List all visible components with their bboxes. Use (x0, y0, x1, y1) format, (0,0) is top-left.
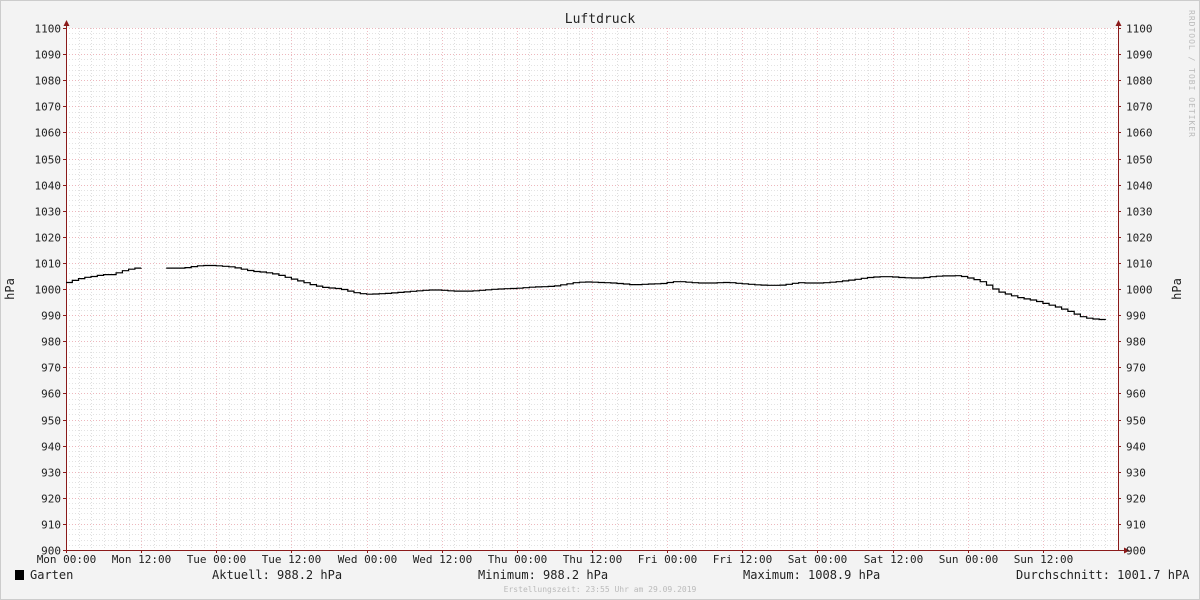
x-tick-label: Fri 12:00 (713, 553, 773, 566)
y-tick-label-right: 1100 (1126, 23, 1153, 36)
y-tick-label-left: 1040 (35, 180, 62, 193)
x-tick-label: Wed 12:00 (413, 553, 473, 566)
x-tick-label: Mon 00:00 (37, 553, 97, 566)
footer-erstellungszeit: Erstellungszeit: 23:55 Uhr am 29.09.2019 (504, 585, 697, 594)
y-tick-label-right: 940 (1126, 441, 1146, 454)
y-tick-label-right: 990 (1126, 310, 1146, 323)
y-tick-label-right: 980 (1126, 336, 1146, 349)
y-tick-label-right: 1010 (1126, 258, 1153, 271)
y-tick-label-right: 1020 (1126, 232, 1153, 245)
y-tick-label-right: 970 (1126, 362, 1146, 375)
legend-swatch (15, 570, 24, 580)
y-axis-label-left: hPa (3, 278, 17, 300)
y-tick-label-right: 920 (1126, 493, 1146, 506)
x-tick-label: Wed 00:00 (338, 553, 398, 566)
y-tick-label-left: 970 (41, 362, 61, 375)
y-tick-label-right: 1040 (1126, 180, 1153, 193)
y-tick-label-left: 950 (41, 415, 61, 428)
y-tick-label-right: 960 (1126, 388, 1146, 401)
y-tick-label-right: 1070 (1126, 101, 1153, 114)
y-tick-label-left: 1030 (35, 206, 62, 219)
y-tick-label-left: 960 (41, 388, 61, 401)
y-tick-label-left: 1070 (35, 101, 62, 114)
legend-maximum: Maximum: 1008.9 hPa (743, 568, 880, 582)
y-tick-label-left: 1020 (35, 232, 62, 245)
legend-aktuell: Aktuell: 988.2 hPa (212, 568, 342, 582)
x-tick-label: Thu 00:00 (488, 553, 548, 566)
y-tick-label-left: 990 (41, 310, 61, 323)
x-tick-label: Sun 12:00 (1014, 553, 1074, 566)
y-tick-label-right: 1050 (1126, 154, 1153, 167)
y-tick-label-left: 940 (41, 441, 61, 454)
y-tick-label-right: 1060 (1126, 127, 1153, 140)
x-tick-label: Fri 00:00 (638, 553, 698, 566)
y-tick-label-right: 900 (1126, 545, 1146, 558)
y-tick-label-right: 1080 (1126, 75, 1153, 88)
y-tick-label-right: 1030 (1126, 206, 1153, 219)
y-tick-label-left: 1000 (35, 284, 62, 297)
y-tick-label-right: 910 (1126, 519, 1146, 532)
y-tick-label-left: 930 (41, 467, 61, 480)
y-tick-label-right: 1000 (1126, 284, 1153, 297)
x-tick-label: Thu 12:00 (563, 553, 623, 566)
x-tick-label: Sat 12:00 (864, 553, 924, 566)
y-tick-label-left: 1090 (35, 49, 62, 62)
watermark: RRDTOOL / TOBI OETIKER (1187, 10, 1196, 138)
y-tick-label-left: 1010 (35, 258, 62, 271)
y-tick-label-left: 920 (41, 493, 61, 506)
y-axis-label-right: hPa (1170, 278, 1184, 300)
y-tick-label-left: 1100 (35, 23, 62, 36)
chart-title: Luftdruck (565, 12, 636, 27)
legend-minimum: Minimum: 988.2 hPa (478, 568, 608, 582)
x-tick-label: Sun 00:00 (939, 553, 999, 566)
y-tick-label-right: 1090 (1126, 49, 1153, 62)
legend-durchschnitt: Durchschnitt: 1001.7 hPA (1016, 568, 1190, 582)
y-tick-label-right: 930 (1126, 467, 1146, 480)
legend-series-name: Garten (30, 568, 73, 582)
pressure-chart: 900 900910 910920 920930 930940 940950 950960 9… (0, 0, 1200, 600)
x-tick-label: Tue 00:00 (187, 553, 247, 566)
y-tick-label-left: 1080 (35, 75, 62, 88)
x-tick-label: Mon 12:00 (112, 553, 172, 566)
x-tick-label: Sat 00:00 (788, 553, 848, 566)
y-tick-label-left: 980 (41, 336, 61, 349)
y-tick-label-right: 950 (1126, 415, 1146, 428)
y-tick-label-left: 1050 (35, 154, 62, 167)
y-tick-label-left: 1060 (35, 127, 62, 140)
x-tick-label: Tue 12:00 (262, 553, 322, 566)
y-tick-label-left: 910 (41, 519, 61, 532)
